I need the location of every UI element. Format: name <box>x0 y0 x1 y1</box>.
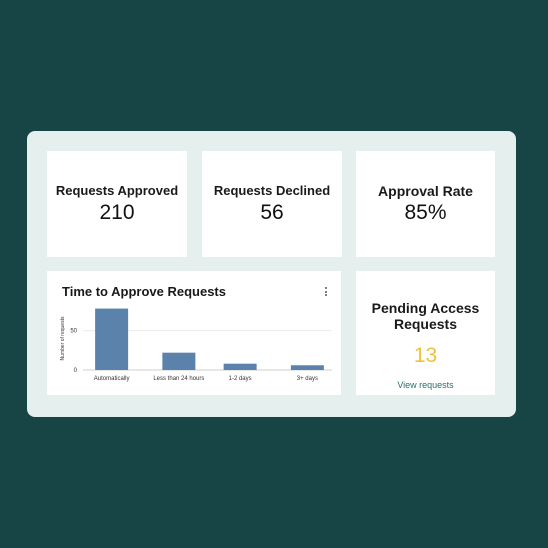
x-tick-label: 1-2 days <box>229 376 252 382</box>
x-tick-label: Automatically <box>94 376 130 382</box>
dashboard-panel: Requests Approved 210 Requests Declined … <box>27 131 516 417</box>
x-tick-label: 3+ days <box>297 376 318 382</box>
time-to-approve-chart-card: Time to Approve Requests 0 50 Number of re… <box>47 271 341 395</box>
y-tick-label: 50 <box>70 329 77 335</box>
y-axis-label: Number of requests <box>60 316 66 360</box>
requests-approved-card: Requests Approved 210 <box>47 151 187 257</box>
bar <box>223 363 257 370</box>
bar-chart: 0 50 Number of requests Automatically Less t… <box>60 308 332 382</box>
approval-rate-value: 85% <box>404 201 447 224</box>
y-tick-label: 0 <box>74 368 78 374</box>
bar <box>95 308 129 370</box>
approval-rate-card: Approval Rate 85% <box>356 151 495 257</box>
requests-approved-value: 210 <box>99 201 135 224</box>
requests-approved-label: Requests Approved <box>55 183 179 198</box>
requests-declined-value: 56 <box>260 201 284 224</box>
approval-rate-label: Approval Rate <box>378 183 473 199</box>
x-tick-label: Less than 24 hours <box>153 376 204 382</box>
pending-requests-count: 13 <box>413 344 438 367</box>
requests-declined-card: Requests Declined 56 <box>202 151 342 257</box>
pending-access-requests-card: Pending Access Requests 13 View requests <box>356 271 495 395</box>
requests-declined-label: Requests Declined <box>213 183 331 198</box>
pending-requests-title: Pending Access Requests <box>371 300 480 332</box>
bar <box>162 352 196 370</box>
bar <box>290 365 324 370</box>
view-requests-link[interactable]: View requests <box>397 380 453 390</box>
